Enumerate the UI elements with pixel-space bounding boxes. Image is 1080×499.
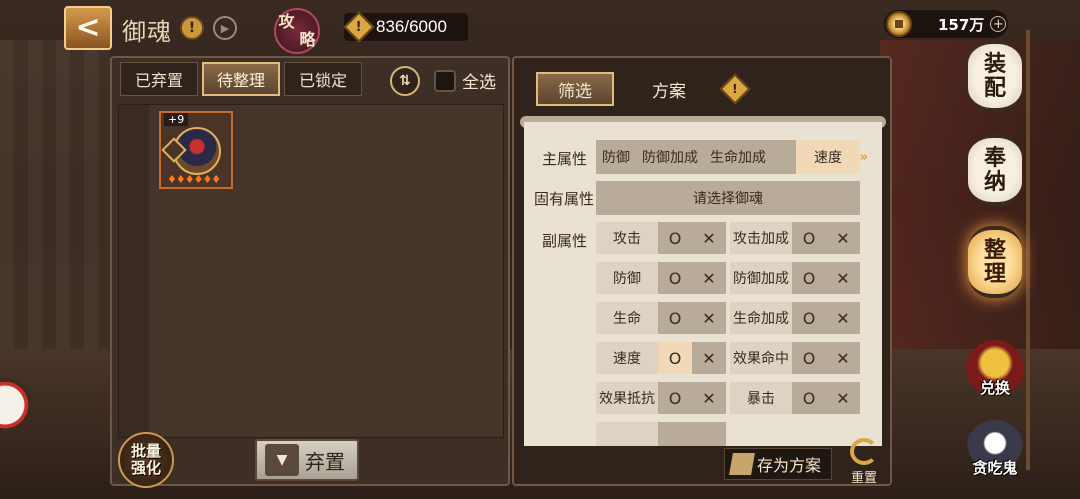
add-coins-button[interactable]: +	[990, 16, 1007, 32]
sub-attr-item: 生命 O ✕	[596, 302, 726, 334]
soul-list-panel: 已弃置 待整理 已锁定 ⇅ 全选 +9 ♦♦♦♦♦♦	[110, 56, 510, 486]
exclude-toggle[interactable]: ✕	[692, 262, 726, 294]
select-all[interactable]: 全选	[434, 68, 496, 93]
glutton-label: 贪吃鬼	[972, 459, 1018, 477]
include-toggle[interactable]: O	[658, 262, 692, 294]
soul-grid: +9 ♦♦♦♦♦♦	[118, 104, 504, 438]
exclude-toggle[interactable]: ✕	[692, 382, 726, 414]
sort-icon[interactable]: ⇅	[390, 66, 420, 96]
lantern-equip[interactable]: 装 配	[968, 40, 1022, 112]
include-toggle[interactable]: O	[792, 262, 826, 294]
filter-tabs: 筛选 方案 !	[536, 72, 751, 106]
include-toggle[interactable]: O	[658, 222, 692, 254]
tab-plan[interactable]: 方案	[630, 72, 708, 106]
back-button[interactable]: <	[64, 6, 112, 50]
main-attr-option-selected[interactable]: 速度	[796, 140, 860, 174]
filter-actions: 存为方案 重置	[514, 438, 890, 486]
tab-filter[interactable]: 筛选	[536, 72, 614, 106]
soul-portrait-icon	[173, 127, 221, 175]
save-plan-button[interactable]: 存为方案	[724, 448, 832, 480]
main-attr-label: 主属性	[542, 150, 588, 168]
include-toggle-selected[interactable]: O	[658, 342, 692, 374]
exclude-toggle[interactable]: ✕	[826, 262, 860, 294]
discard-icon: ▼	[265, 444, 299, 476]
soul-capacity: ! 836/6000	[343, 11, 468, 43]
main-attr-options[interactable]: 防御 防御加成 生命加成 速度 »	[596, 140, 868, 174]
filter-info-icon[interactable]: !	[719, 73, 751, 105]
tab-locked[interactable]: 已锁定	[284, 62, 362, 96]
capacity-value: 836/6000	[376, 17, 447, 36]
fixed-attr-label: 固有属性	[534, 190, 595, 208]
guide-char-1: 攻	[278, 12, 295, 31]
select-all-label: 全选	[462, 73, 496, 93]
discard-label: 弃置	[305, 449, 345, 474]
info-icon[interactable]: !	[180, 16, 204, 40]
select-all-checkbox[interactable]	[434, 69, 456, 92]
sub-attr-item: 攻击 O ✕	[596, 222, 726, 254]
main-attr-option[interactable]: 防御	[596, 147, 636, 167]
lantern-offer[interactable]: 奉 纳	[968, 134, 1022, 206]
include-toggle[interactable]: O	[658, 382, 692, 414]
more-arrow-icon[interactable]: »	[854, 150, 874, 165]
soul-item[interactable]: +9 ♦♦♦♦♦♦	[159, 111, 233, 189]
sub-attr-item: 效果抵抗 O ✕	[596, 382, 726, 414]
tab-pending[interactable]: 待整理	[202, 62, 280, 96]
reset-icon	[850, 438, 878, 465]
fixed-attr-select[interactable]: 请选择御魂	[596, 181, 860, 215]
save-plan-icon	[729, 453, 755, 475]
coin-balance: 157万 +	[884, 10, 1008, 38]
exclude-toggle[interactable]: ✕	[826, 342, 860, 374]
discard-button[interactable]: ▼ 弃置	[255, 439, 359, 481]
exclude-toggle[interactable]: ✕	[692, 222, 726, 254]
filter-sheet[interactable]: 主属性 防御 防御加成 生命加成 速度 » 固有属性 请选择御魂 副属性 攻击 …	[524, 122, 882, 446]
main-attr-option[interactable]: 生命加成	[704, 147, 772, 167]
exchange-label: 兑换	[979, 379, 1010, 397]
include-toggle[interactable]: O	[658, 302, 692, 334]
page-title: 御魂	[122, 18, 172, 46]
batch-enhance-button[interactable]: 批量 强化	[118, 432, 174, 488]
glutton-button[interactable]: 贪吃鬼	[966, 420, 1024, 478]
guide-char-2: 略	[299, 30, 316, 49]
sub-attr-item: 防御加成 O ✕	[730, 262, 860, 294]
sub-attr-label: 副属性	[542, 232, 588, 250]
lantern-organize[interactable]: 整 理	[968, 226, 1022, 298]
play-icon[interactable]: ▶	[213, 16, 237, 40]
coin-icon	[886, 11, 912, 37]
exclude-toggle[interactable]: ✕	[826, 382, 860, 414]
sub-attr-item: 防御 O ✕	[596, 262, 726, 294]
reset-button[interactable]: 重置	[844, 438, 884, 486]
sub-attr-item: 速度 O ✕	[596, 342, 726, 374]
sub-attr-item: 效果命中 O ✕	[730, 342, 860, 374]
exclude-toggle[interactable]: ✕	[692, 342, 726, 374]
back-arrow-icon: <	[75, 10, 101, 45]
capacity-icon: !	[343, 11, 375, 43]
guide-button[interactable]: 攻 略	[274, 8, 320, 54]
exchange-button[interactable]: 兑换	[966, 340, 1024, 398]
filter-panel: 筛选 方案 ! 主属性 防御 防御加成 生命加成 速度 » 固有属性 请选择御魂…	[512, 56, 892, 486]
exclude-toggle[interactable]: ✕	[692, 302, 726, 334]
tab-discarded[interactable]: 已弃置	[120, 62, 198, 96]
main-attr-option[interactable]: 防御加成	[636, 147, 704, 167]
include-toggle[interactable]: O	[792, 342, 826, 374]
exclude-toggle[interactable]: ✕	[826, 302, 860, 334]
sub-attr-item-partial	[596, 422, 726, 446]
reset-label: 重置	[850, 471, 877, 486]
sub-attr-item: 生命加成 O ✕	[730, 302, 860, 334]
exclude-toggle[interactable]: ✕	[826, 222, 860, 254]
soul-level: +9	[164, 113, 189, 126]
list-tabs: 已弃置 待整理 已锁定	[120, 62, 362, 96]
include-toggle[interactable]: O	[792, 302, 826, 334]
save-plan-label: 存为方案	[757, 456, 822, 475]
sub-attr-item: 暴击 O ✕	[730, 382, 860, 414]
soul-stars: ♦♦♦♦♦♦	[167, 173, 221, 186]
sub-attr-item: 攻击加成 O ✕	[730, 222, 860, 254]
lantern-pole	[1026, 30, 1030, 470]
include-toggle[interactable]: O	[792, 222, 826, 254]
include-toggle[interactable]: O	[792, 382, 826, 414]
coin-value: 157万	[938, 15, 985, 34]
background-wall	[0, 40, 110, 370]
